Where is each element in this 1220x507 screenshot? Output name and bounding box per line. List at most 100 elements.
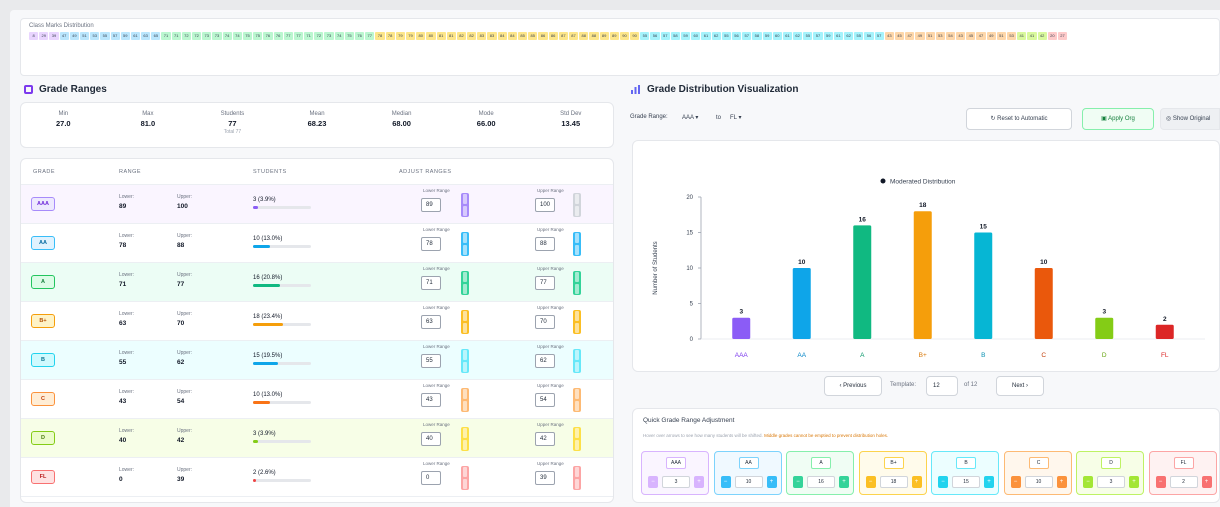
decrease-button[interactable]: − (1083, 476, 1093, 488)
lower-range-spinner[interactable] (461, 349, 469, 373)
lower-range-spinner[interactable] (461, 310, 469, 334)
distribution-cell: 55 (803, 32, 813, 40)
upper-range-input[interactable]: 54 (535, 393, 555, 407)
upper-range-spinner[interactable] (573, 466, 581, 490)
upper-value: 100 (177, 203, 188, 210)
upper-range-spinner[interactable] (573, 349, 581, 373)
grade-ranges-table: GRADE RANGE STUDENTS ADJUST RANGES AAA Lo… (20, 158, 614, 503)
x-tick-label: B (981, 352, 985, 359)
student-count: 3 (3.9%) (253, 197, 276, 203)
lower-range-input[interactable]: 55 (421, 354, 441, 368)
lower-range-label: Lower Range (423, 461, 450, 466)
lower-range-spinner[interactable] (461, 232, 469, 256)
decrease-button[interactable]: − (865, 476, 876, 488)
bar-chart-icon (631, 85, 640, 94)
distribution-cell: 58 (752, 32, 762, 40)
bar (853, 225, 872, 339)
next-button[interactable]: Next › (996, 376, 1044, 396)
stat-label: Min (58, 111, 69, 117)
stat-value: 68.23 (307, 119, 327, 128)
upper-value: 88 (177, 242, 185, 249)
quick-card: B+ −18 + (858, 451, 927, 495)
lower-range-spinner[interactable] (461, 388, 469, 412)
increase-button[interactable]: + (694, 476, 704, 488)
upper-range-spinner[interactable] (573, 388, 581, 412)
upper-range-input[interactable]: 70 (535, 315, 555, 329)
upper-range-spinner[interactable] (573, 232, 581, 256)
template-input[interactable]: 12 (926, 376, 958, 396)
grade-rows: AAA Lower: 89 Upper: 100 3 (3.9%) Lower Range 8… (21, 185, 613, 497)
lower-range-spinner[interactable] (461, 427, 469, 451)
quick-count: 3 (1097, 476, 1125, 488)
student-bar (253, 440, 311, 443)
stat-item: Mode 66.00 (444, 103, 529, 147)
increase-button[interactable]: + (766, 476, 777, 488)
distribution-cell: 51 (996, 32, 1006, 40)
distribution-cell: 53 (90, 32, 100, 40)
lower-range-input[interactable]: 40 (421, 432, 441, 446)
increase-button[interactable]: + (1129, 476, 1139, 488)
increase-button[interactable]: + (984, 476, 994, 488)
template-total: of 12 (964, 382, 978, 388)
quick-count: 2 (1169, 476, 1198, 488)
reset-to-automatic-button[interactable]: ↻ Reset to Automatic (966, 108, 1072, 130)
decrease-button[interactable]: − (1010, 476, 1021, 488)
increase-button[interactable]: + (1201, 476, 1212, 488)
show-original-button[interactable]: ◎ Show Original (1160, 108, 1220, 130)
stat-item: Min 27.0 (21, 103, 106, 147)
upper-range-spinner[interactable] (573, 427, 581, 451)
lower-range-input[interactable]: 43 (421, 393, 441, 407)
increase-button[interactable]: + (839, 476, 849, 488)
distribution-cell: 88 (589, 32, 599, 40)
decrease-button[interactable]: − (720, 476, 731, 488)
decrease-button[interactable]: − (938, 476, 948, 488)
lower-range-input[interactable]: 63 (421, 315, 441, 329)
upper-range-spinner[interactable] (573, 310, 581, 334)
quick-grade-badge: FL (1173, 457, 1194, 469)
increase-button[interactable]: + (911, 476, 922, 488)
student-bar (253, 362, 311, 365)
bar (913, 211, 932, 339)
distribution-cell: 57 (110, 32, 120, 40)
distribution-cell: 54 (945, 32, 956, 40)
decrease-button[interactable]: − (1155, 476, 1166, 488)
distribution-cell: 29 (39, 32, 49, 40)
quick-grade-badge: B (956, 457, 976, 469)
distribution-cell: 77 (365, 32, 375, 40)
upper-range-input[interactable]: 42 (535, 432, 555, 446)
lower-range-input[interactable]: 71 (421, 276, 441, 290)
distribution-cell: 57 (813, 32, 823, 40)
y-tick-label: 10 (686, 266, 693, 272)
lower-range-spinner[interactable] (461, 466, 469, 490)
student-bar-fill (253, 245, 270, 248)
distribution-cell: 49 (986, 32, 996, 40)
lower-range-input[interactable]: 0 (421, 471, 441, 485)
upper-range-spinner[interactable] (573, 193, 581, 217)
decrease-button[interactable]: − (793, 476, 803, 488)
previous-button[interactable]: ‹ Previous (824, 376, 882, 396)
upper-range-input[interactable]: 88 (535, 237, 555, 251)
range-to-select[interactable]: FL ▾ (730, 112, 741, 124)
chevron-down-icon: ▾ (738, 115, 742, 121)
stat-label: Max (142, 111, 154, 117)
student-bar (253, 323, 311, 326)
lower-label: Lower: (119, 194, 135, 200)
decrease-button[interactable]: − (648, 476, 658, 488)
upper-range-input[interactable]: 62 (535, 354, 555, 368)
quick-card: A −16 + (786, 451, 854, 495)
upper-range-input[interactable]: 39 (535, 471, 555, 485)
lower-range-input[interactable]: 78 (421, 237, 441, 251)
header-adjust-ranges: ADJUST RANGES (399, 168, 452, 175)
distribution-cell: 75 (344, 32, 354, 40)
increase-button[interactable]: + (1056, 476, 1067, 488)
range-from-select[interactable]: AAA ▾ (682, 112, 698, 124)
upper-range-input[interactable]: 100 (535, 198, 555, 212)
upper-range-input[interactable]: 77 (535, 276, 555, 290)
lower-range-input[interactable]: 89 (421, 198, 441, 212)
distribution-cell: 45 (894, 32, 905, 40)
upper-range-spinner[interactable] (573, 271, 581, 295)
lower-range-spinner[interactable] (461, 193, 469, 217)
lower-range-spinner[interactable] (461, 271, 469, 295)
apply-org-button[interactable]: ▣ Apply Org (1082, 108, 1154, 130)
stat-value: 81.0 (140, 119, 156, 128)
